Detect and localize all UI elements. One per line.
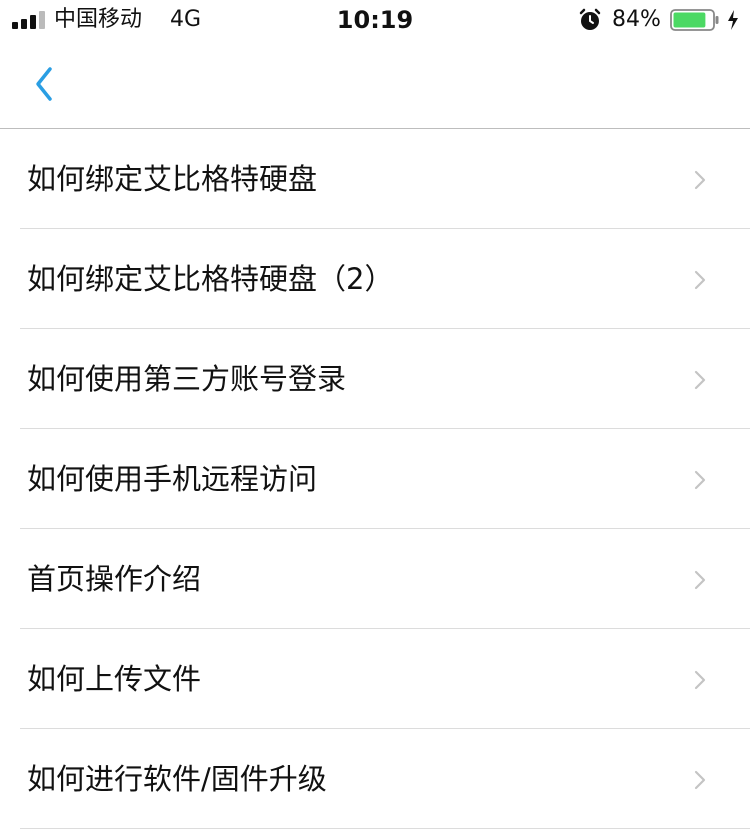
chevron-right-icon [694, 770, 706, 790]
list-item-label: 如何使用第三方账号登录 [27, 362, 347, 396]
list-item[interactable]: 如何进行软件/固件升级 [0, 729, 750, 829]
chevron-right-icon [694, 570, 706, 590]
list-item-label: 如何使用手机远程访问 [27, 462, 318, 496]
signal-icon [12, 11, 45, 29]
chevron-right-icon [694, 270, 706, 290]
list-item-label: 如何绑定艾比格特硬盘（2） [27, 262, 394, 296]
list-item-label: 如何进行软件/固件升级 [27, 762, 327, 796]
list-item-label: 如何上传文件 [27, 662, 202, 696]
chevron-right-icon [694, 470, 706, 490]
chevron-right-icon [694, 370, 706, 390]
list-item-label: 首页操作介绍 [27, 562, 202, 596]
navigation-bar [0, 40, 750, 129]
battery-icon [670, 9, 719, 31]
list-item-label: 如何绑定艾比格特硬盘 [27, 162, 318, 196]
list-item[interactable]: 如何使用手机远程访问 [0, 429, 750, 529]
list-item[interactable]: 如何绑定艾比格特硬盘（2） [0, 229, 750, 329]
chevron-right-icon [694, 170, 706, 190]
network-type: 4G [170, 7, 202, 32]
chevron-right-icon [694, 670, 706, 690]
list-item[interactable]: 如何上传文件 [0, 629, 750, 729]
chevron-left-icon [36, 67, 52, 101]
list-item[interactable]: 如何使用第三方账号登录 [0, 329, 750, 429]
battery-percentage: 84% [612, 7, 661, 32]
list-item[interactable]: 如何绑定艾比格特硬盘 [0, 129, 750, 229]
charging-bolt-icon [728, 10, 738, 30]
carrier-name: 中国移动 [54, 7, 143, 32]
status-bar: 中国移动 4G 10:19 84% [0, 0, 750, 40]
back-button[interactable] [28, 64, 68, 108]
list-item[interactable]: 首页操作介绍 [0, 529, 750, 629]
help-topic-list: 如何绑定艾比格特硬盘 如何绑定艾比格特硬盘（2） 如何使用第三方账号登录 如何使… [0, 129, 750, 829]
alarm-icon [579, 8, 601, 30]
